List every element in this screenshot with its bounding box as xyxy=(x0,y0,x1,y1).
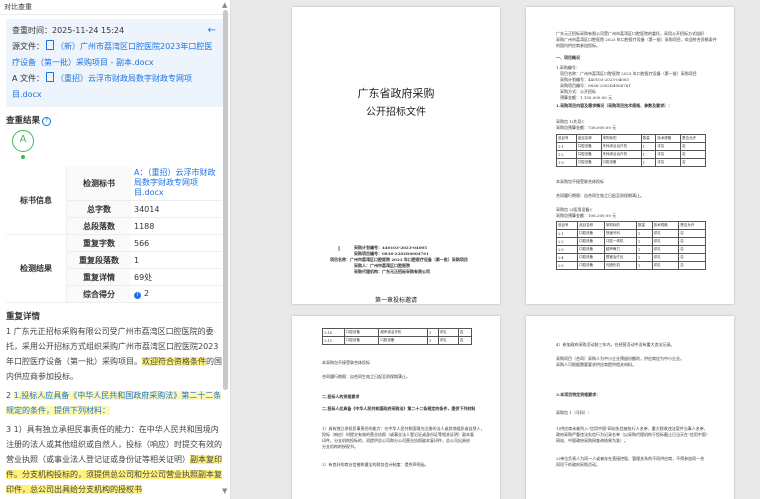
key-cell: 总字数 xyxy=(66,200,131,218)
doc-heading: 二.投标人的资格要求 xyxy=(322,394,360,399)
doc-table: 品目号 品目名称 采购标的 数量 技术规格 是否允许 1-1 口腔设备 牙科综合治疗机 1 详见否… xyxy=(556,134,706,167)
document-page-4: 4）参加政府采购活动前三年内，在经营活动中没有重大违法记录。 采购项目（合同）采… xyxy=(526,316,734,499)
time-value: 2025-11-24 15:24 xyxy=(52,26,125,35)
doc-table: 2-14 口腔设备 超声波洁牙机 1 详见否 2-15 口腔设备 口腔设备 1 详见否 xyxy=(322,328,473,345)
doc-text: 4）参加政府采购活动前三年内，在经营活动中没有重大违法记录。 xyxy=(556,342,675,347)
check-summary: 查重时间：2025-11-24 15:24 ← 源文件： （新）广州市荔湾区口腔医… xyxy=(6,19,224,107)
result-title-text: 查重结果 xyxy=(6,116,41,126)
detail-item[interactable]: 2 1.投标人应具备《中华人民共和国政府采购法》第二十二条规定的条件，提供下列材… xyxy=(6,388,224,418)
table-row: 检测结果 重复字数 566 xyxy=(6,234,222,303)
doc-text: 同项下的政府采购活动。 xyxy=(556,462,600,467)
cover-info: 采购代理机构：广东元正招标采购有限公司 xyxy=(354,269,430,274)
doc-heading: 二.投标人应具备《中华人民共和国政府采购法》第二十二条规定的条件，提供下列材料 xyxy=(322,406,476,411)
table-row: 标书信息 检测标书 A：（重招）云浮市财政局数字财政专网项目.docx xyxy=(6,166,222,235)
doc-text: 合同履行期限：自合同生效之日起至质保期满止。 xyxy=(556,193,644,198)
doc-heading: 1.采购项目内容及需求情况（采购项目技术规格、参数及要求）： xyxy=(556,103,673,108)
document-icon xyxy=(46,40,54,50)
key-cell: 重复段落数 xyxy=(66,251,131,269)
value-cell: 34014 xyxy=(131,200,222,218)
value-cell: i2 xyxy=(131,285,222,303)
result-table: 标书信息 检测标书 A：（重招）云浮市财政局数字财政专网项目.docx 总字数 … xyxy=(6,166,222,303)
checked-file-link[interactable]: A：（重招）云浮市财政局数字财政专网项目.docx xyxy=(131,166,222,201)
chapter-heading: 第一章投标邀请 xyxy=(374,297,417,304)
doc-heading: 一、项目概况 xyxy=(556,55,580,60)
detail-highlight: 1.投标人应具备《中华人民共和国政府采购法》第二十二条规定的条件，提供下列材料： xyxy=(6,391,222,415)
doc-text: 预算金额：1,155,000.00 元 xyxy=(560,95,612,100)
doc-text: 采购包预算金额：106,200.00 元 xyxy=(556,213,617,218)
doc-text: 合同履行期限：自合同生效之日起至质保期满止。 xyxy=(322,374,410,379)
info-icon: i xyxy=(134,292,141,299)
doc-table: 品目号 品目名称 采购标的 数量 技术规格 是否允许 2-1 口腔设备 快速牙科 1 详见否 2-… xyxy=(555,221,706,270)
back-arrow-icon[interactable]: ← xyxy=(208,23,216,39)
a-file-label: A 文件： xyxy=(12,74,45,83)
scroll-up-icon[interactable]: ▲ xyxy=(222,1,227,9)
doc-text: 本采购包不接受联合体投标 xyxy=(322,360,370,365)
cover-title: 广东省政府采购 xyxy=(357,87,435,100)
value-cell: 1188 xyxy=(131,217,222,235)
document-preview[interactable]: 广东省政府采购 公开招标文件 采购计划编号：440103-2023-04005 … xyxy=(231,0,760,499)
cover-subtitle: 公开招标文件 xyxy=(366,107,426,118)
key-cell: 总段落数 xyxy=(66,217,131,235)
doc-text: 网站、中国政府采购网查询结果为准）。 xyxy=(556,438,628,443)
detail-title: 重复详情 xyxy=(6,312,41,322)
result-title: 查重结果? xyxy=(6,114,230,126)
doc-text: 采购包 1（牙科）： xyxy=(556,410,592,415)
key-cell: 重复详情 xyxy=(66,268,131,286)
value-cell: 566 xyxy=(131,234,222,252)
doc-text: 2）有良好的商业信誉和健全的财务会计制度：提供声明函。 xyxy=(322,462,429,467)
doc-text: 采购包预算金额：738,000.00 元 xyxy=(556,125,617,130)
document-page-2: 广东元正招标采购有限公司受广州市荔湾区口腔医院的委托，采用公开招标方式组织 采购… xyxy=(526,7,734,304)
document-icon xyxy=(46,72,55,82)
detail-item[interactable]: 3 1）具有独立承担民事责任的能力：在中华人民共和国境内注册的法人或其他组织或自… xyxy=(6,422,224,497)
score-value: 2 xyxy=(144,289,150,298)
doc-text: 分支机构的授权书。 xyxy=(322,444,358,449)
grade-dot xyxy=(21,155,25,159)
grade-letter: A xyxy=(19,134,27,145)
group-cell-result: 检测结果 xyxy=(6,234,67,303)
detail-item[interactable]: 1 广东元正招标采购有限公司受广州市荔湾区口腔医院的委托，采用公开招标方式组织采… xyxy=(6,324,224,384)
source-label: 源文件： xyxy=(12,42,44,51)
scroll-down-icon[interactable]: ▼ xyxy=(222,487,227,495)
key-cell: 检测标书 xyxy=(66,166,131,201)
panel-scrollbar[interactable] xyxy=(223,10,228,390)
doc-text: 采购人可根据需要要求供应商提供相关材料。 xyxy=(556,362,636,367)
value-cell: 69处 xyxy=(131,268,222,286)
time-label: 查重时间： xyxy=(12,26,52,35)
duplicate-detail-list: 1 广东元正招标采购有限公司受广州市荔湾区口腔医院的委托，采用公开招标方式组织采… xyxy=(6,324,224,497)
help-icon[interactable]: ? xyxy=(42,117,52,126)
key-cell: 重复字数 xyxy=(66,234,131,252)
grade-badge: A xyxy=(6,130,230,164)
doc-heading: 3.本项目特定资格要求： xyxy=(556,392,601,397)
document-page-3: 2-14 口腔设备 超声波洁牙机 1 详见否 2-15 口腔设备 口腔设备 1 详见否 本采购包… xyxy=(292,316,500,499)
compare-panel: 对比查重 查重时间：2025-11-24 15:24 ← 源文件： （新）广州市荔… xyxy=(0,0,231,499)
document-page-cover: 广东省政府采购 公开招标文件 采购计划编号：440103-2023-04005 … xyxy=(292,7,500,304)
key-cell: 综合得分 xyxy=(66,285,131,303)
detail-text: 2 xyxy=(6,391,14,400)
group-cell-info: 标书信息 xyxy=(6,166,67,235)
doc-text: 的国内供应商参加投标。 xyxy=(556,43,600,48)
detail-highlight: 欢迎符合资格条件 xyxy=(142,357,206,366)
value-cell: 1 xyxy=(131,251,222,269)
doc-text: 本采购包不接受联合体投标 xyxy=(556,179,604,184)
text-cursor-icon: I xyxy=(338,245,341,253)
panel-title: 对比查重 xyxy=(0,0,230,15)
